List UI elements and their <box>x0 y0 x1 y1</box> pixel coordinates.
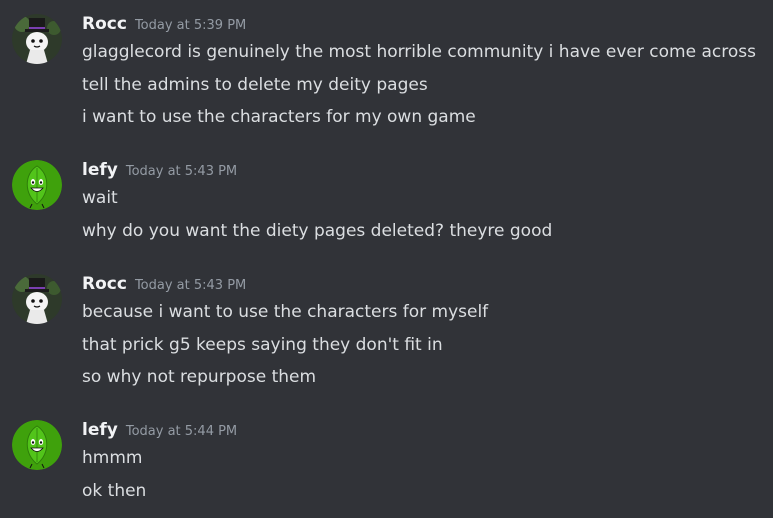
message-line: tell the admins to delete my deity pages <box>82 75 428 95</box>
avatar[interactable] <box>12 160 62 210</box>
leafy-avatar-icon <box>12 160 62 210</box>
timestamp[interactable]: Today at 5:43 PM <box>126 164 237 179</box>
message-header: Rocc Today at 5:43 PM <box>82 274 246 298</box>
message-line: why do you want the diety pages deleted?… <box>82 221 553 241</box>
message-line: that prick g5 keeps saying they don't fi… <box>82 335 443 355</box>
message-line: ok then <box>82 481 147 501</box>
username[interactable]: lefy <box>82 160 118 180</box>
message-line: wait <box>82 188 118 208</box>
timestamp[interactable]: Today at 5:39 PM <box>135 18 246 33</box>
avatar[interactable] <box>12 14 62 64</box>
message-line: so why not repurpose them <box>82 367 317 387</box>
message-line: hmmm <box>82 448 143 468</box>
timestamp[interactable]: Today at 5:44 PM <box>126 424 237 439</box>
avatar[interactable] <box>12 420 62 470</box>
message-header: lefy Today at 5:44 PM <box>82 420 237 444</box>
leafy-avatar-icon <box>12 420 62 470</box>
message-line: because i want to use the characters for… <box>82 302 489 322</box>
timestamp[interactable]: Today at 5:43 PM <box>135 278 246 293</box>
username[interactable]: Rocc <box>82 14 127 34</box>
username[interactable]: Rocc <box>82 274 127 294</box>
message-header: Rocc Today at 5:39 PM <box>82 14 246 38</box>
message-header: lefy Today at 5:43 PM <box>82 160 237 184</box>
username[interactable]: lefy <box>82 420 118 440</box>
message-line: glagglecord is genuinely the most horrib… <box>82 42 756 62</box>
rocc-avatar-icon <box>12 274 62 324</box>
rocc-avatar-icon <box>12 14 62 64</box>
message-line: i want to use the characters for my own … <box>82 107 476 127</box>
avatar[interactable] <box>12 274 62 324</box>
